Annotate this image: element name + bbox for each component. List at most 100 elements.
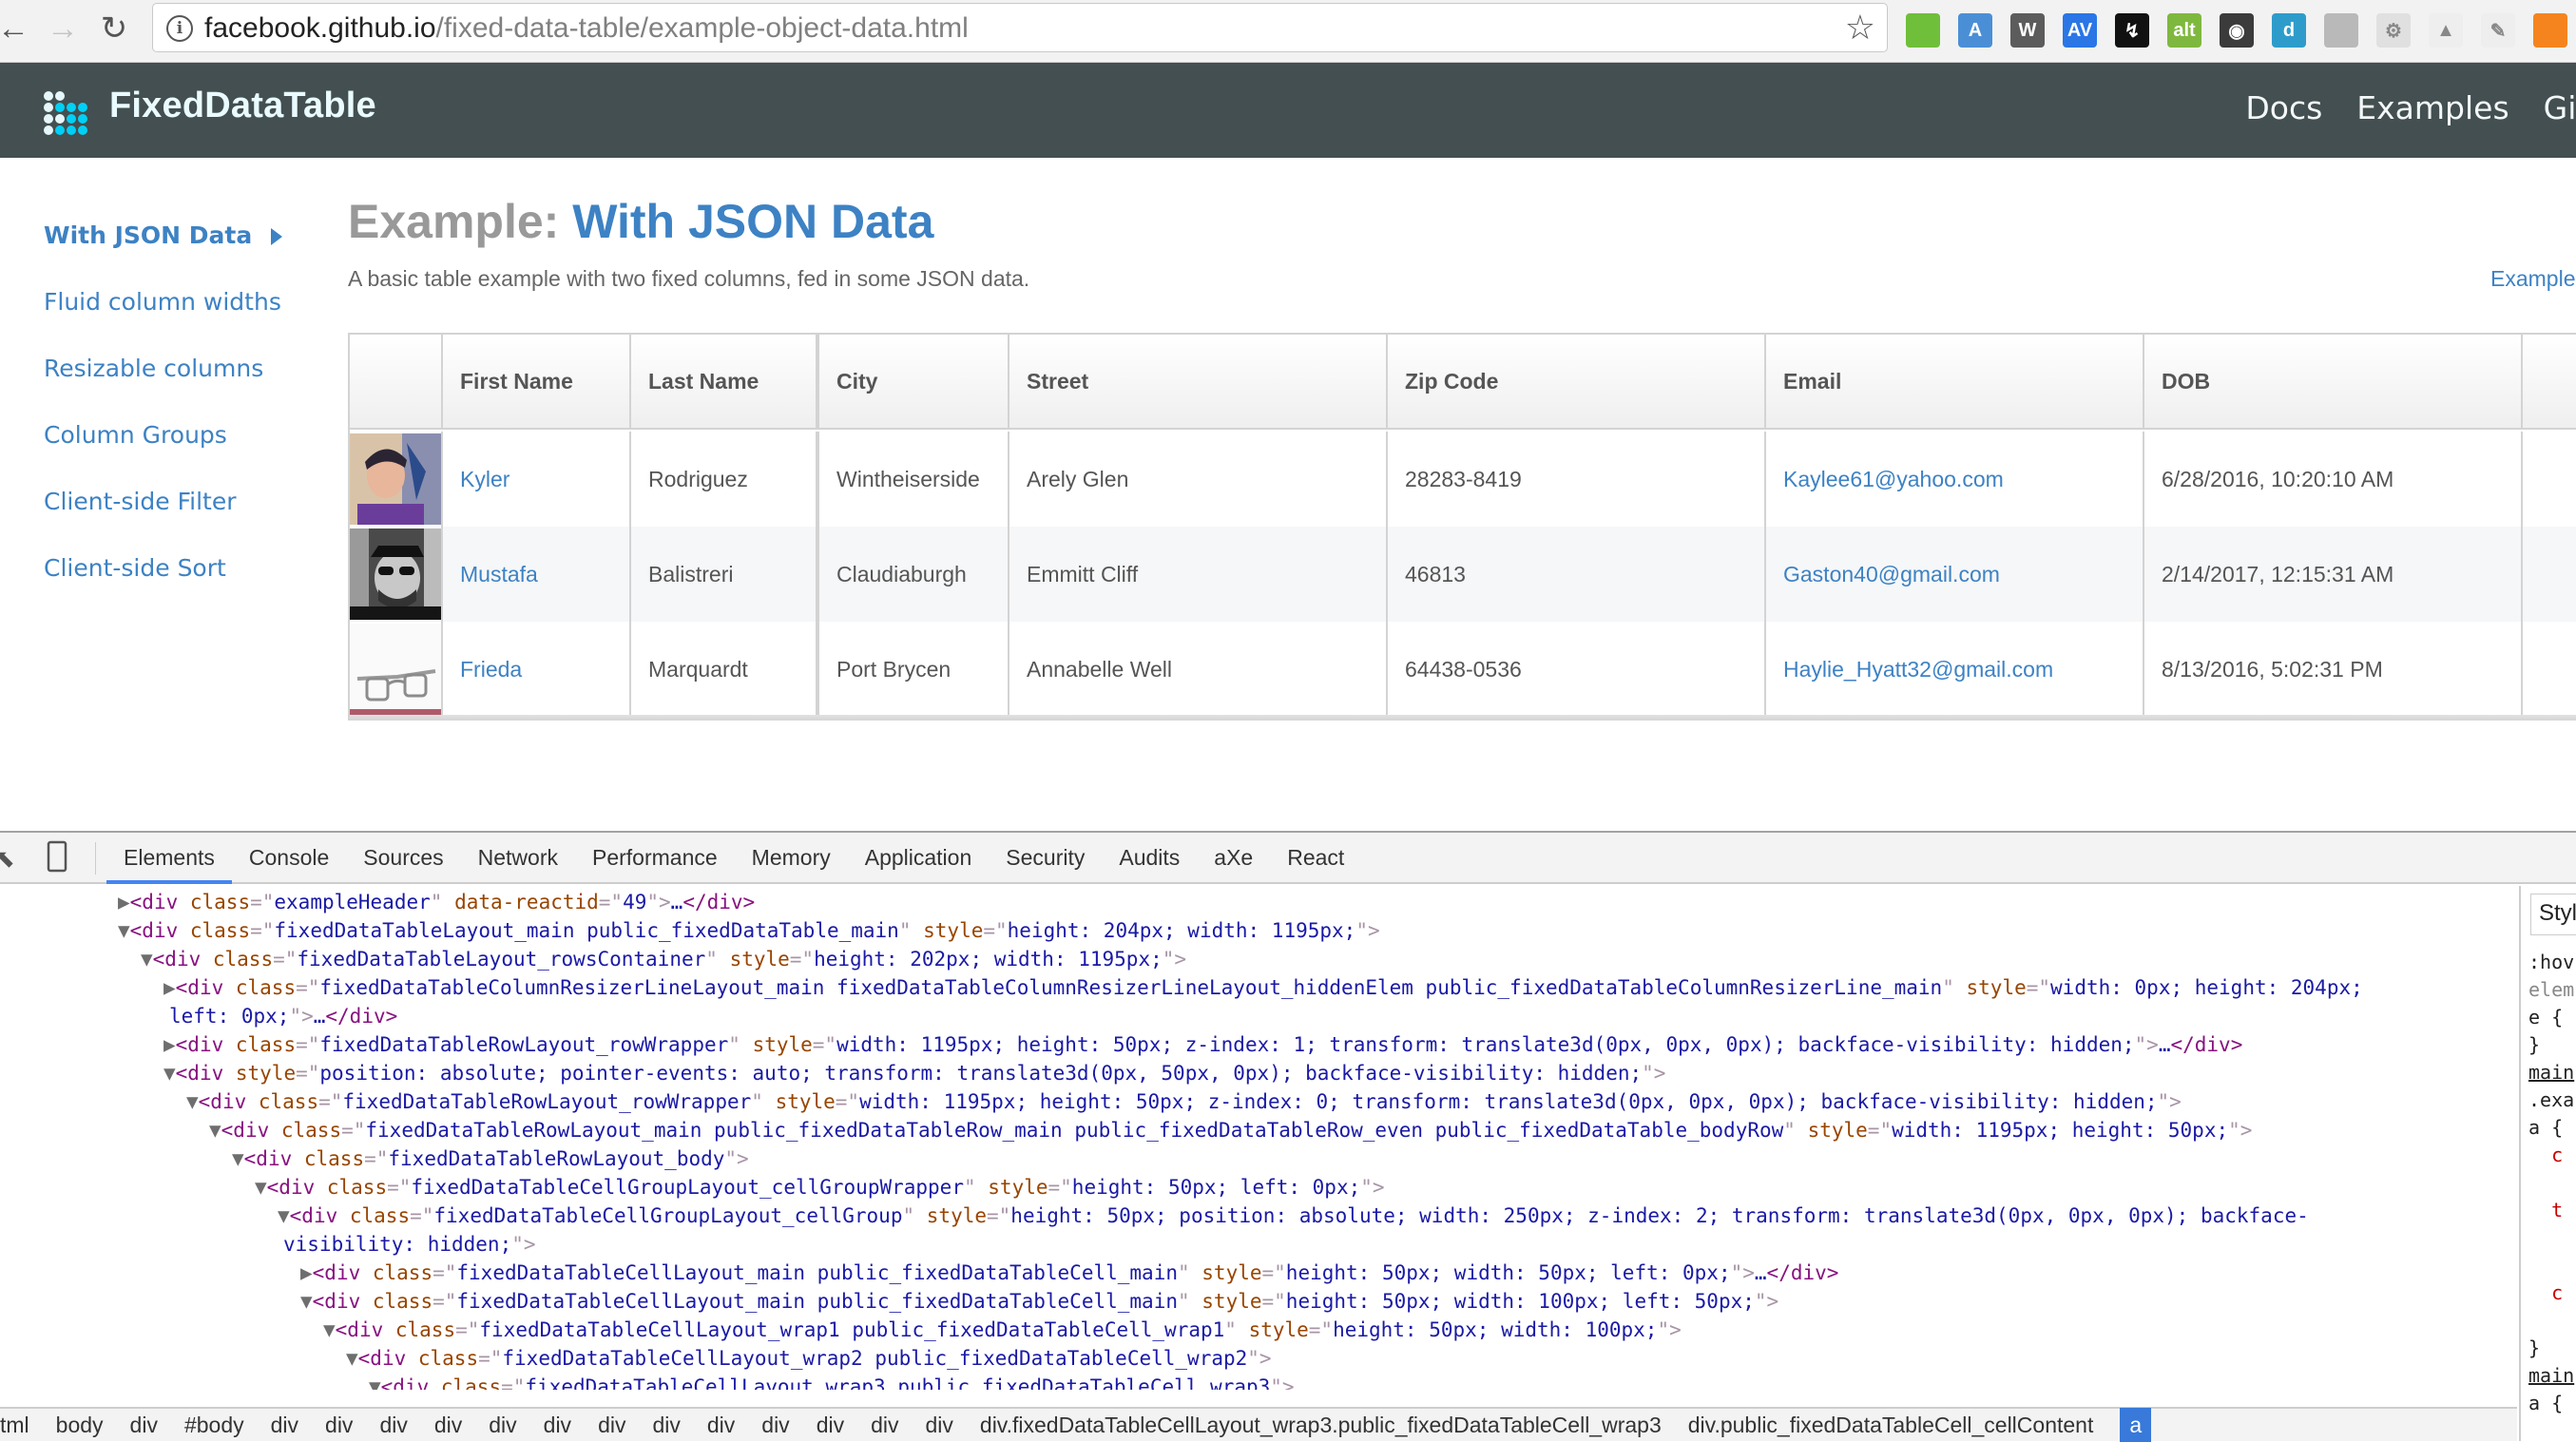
collapse-triangle-icon[interactable]: ▼ bbox=[278, 1204, 290, 1227]
devtools-tab-application[interactable]: Application bbox=[848, 833, 990, 882]
nav-github-link[interactable]: GitHub bbox=[2544, 89, 2576, 126]
elements-dom-tree[interactable]: ▶<div class="exampleHeader" data-reactid… bbox=[0, 886, 2517, 1390]
av-extension-icon[interactable]: AV bbox=[2063, 13, 2097, 48]
breadcrumb-item[interactable]: div bbox=[130, 1413, 158, 1438]
expand-triangle-icon[interactable]: ▶ bbox=[300, 1261, 313, 1284]
breadcrumb-item[interactable]: tml bbox=[0, 1413, 29, 1438]
inspect-element-icon[interactable]: ⬉ bbox=[0, 844, 15, 874]
nav-docs-link[interactable]: Docs bbox=[2245, 89, 2322, 126]
camera-lens-extension-icon[interactable]: ◉ bbox=[2220, 13, 2254, 48]
collapse-triangle-icon[interactable]: ▼ bbox=[232, 1147, 244, 1170]
keyboard-a-extension-icon[interactable]: A bbox=[1958, 13, 1992, 48]
dom-node-line[interactable]: ▼<div class="fixedDataTableCellLayout_ma… bbox=[300, 1287, 1778, 1316]
dom-node-line[interactable]: ▼<div class="fixedDataTableLayout_main p… bbox=[118, 916, 1380, 945]
collapse-triangle-icon[interactable]: ▼ bbox=[255, 1176, 267, 1199]
dom-node-line[interactable]: ▶<div class="fixedDataTableRowLayout_row… bbox=[163, 1030, 2242, 1059]
dom-node-line[interactable]: ▼<div class="fixedDataTableRowLayout_row… bbox=[186, 1087, 2182, 1116]
dom-node-line[interactable]: visibility: hidden;"> bbox=[283, 1230, 536, 1259]
collapse-triangle-icon[interactable]: ▼ bbox=[186, 1090, 199, 1113]
d-extension-icon[interactable]: d bbox=[2272, 13, 2306, 48]
breadcrumb-item[interactable]: body bbox=[56, 1413, 104, 1438]
accessibility-gear-extension-icon[interactable]: ⚙ bbox=[2376, 13, 2411, 48]
expand-triangle-icon[interactable]: ▶ bbox=[118, 891, 130, 913]
breadcrumb-item[interactable]: div bbox=[926, 1413, 953, 1438]
expand-triangle-icon[interactable]: ▶ bbox=[163, 976, 176, 999]
nav-examples-link[interactable]: Examples bbox=[2356, 89, 2509, 126]
collapse-triangle-icon[interactable]: ▼ bbox=[141, 948, 153, 971]
clamp-extension-icon[interactable] bbox=[1906, 13, 1940, 48]
sidebar-item-with-json-data[interactable]: With JSON Data bbox=[44, 217, 283, 283]
cell-email[interactable]: Gaston40@gmail.com bbox=[1766, 527, 2144, 622]
styles-tab[interactable]: Styles bbox=[2530, 894, 2576, 935]
cell-email[interactable]: Kaylee61@yahoo.com bbox=[1766, 432, 2144, 527]
dom-node-line[interactable]: ▶<div class="exampleHeader" data-reactid… bbox=[118, 888, 755, 916]
sidebar-item-column-groups[interactable]: Column Groups bbox=[44, 416, 282, 483]
collapse-triangle-icon[interactable]: ▼ bbox=[369, 1375, 381, 1390]
dom-node-line[interactable]: ▼<div class="fixedDataTableCellGroupLayo… bbox=[255, 1173, 1385, 1202]
breadcrumb-item[interactable]: div bbox=[271, 1413, 298, 1438]
breadcrumb-item[interactable]: div bbox=[817, 1413, 844, 1438]
collapse-triangle-icon[interactable]: ▼ bbox=[209, 1119, 221, 1142]
devtools-tab-network[interactable]: Network bbox=[461, 833, 575, 882]
breadcrumb-item[interactable]: div bbox=[707, 1413, 735, 1438]
breadcrumb-item[interactable]: div bbox=[379, 1413, 407, 1438]
sidebar-item-client-side-sort[interactable]: Client-side Sort bbox=[44, 549, 282, 616]
eyedropper-extension-icon[interactable]: ✎ bbox=[2481, 13, 2515, 48]
dom-node-line[interactable]: ▶<div class="fixedDataTableColumnResizer… bbox=[163, 973, 2363, 1002]
cell-email[interactable]: Haylie_Hyatt32@gmail.com bbox=[1766, 622, 2144, 717]
dom-node-line[interactable]: ▶<div class="fixedDataTableCellLayout_ma… bbox=[300, 1259, 1838, 1287]
breadcrumb-item[interactable]: div bbox=[489, 1413, 516, 1438]
dom-node-line[interactable]: ▼<div class="fixedDataTableCellLayout_wr… bbox=[346, 1344, 1272, 1373]
alt-text-extension-icon[interactable]: alt bbox=[2167, 13, 2201, 48]
devtools-tab-elements[interactable]: Elements bbox=[106, 833, 232, 884]
devtools-tab-audits[interactable]: Audits bbox=[1102, 833, 1197, 882]
collapse-triangle-icon[interactable]: ▼ bbox=[346, 1347, 358, 1370]
breadcrumb-item[interactable]: div bbox=[544, 1413, 571, 1438]
breadcrumb-item[interactable]: div.public_fixedDataTableCell_cellConten… bbox=[1688, 1413, 2094, 1438]
breadcrumb-item[interactable]: div bbox=[761, 1413, 789, 1438]
dom-node-line[interactable]: ▼<div class="fixedDataTableCellLayout_wr… bbox=[369, 1373, 1295, 1390]
dom-node-line[interactable]: ▼<div class="fixedDataTableLayout_rowsCo… bbox=[141, 945, 1186, 973]
devtools-tab-sources[interactable]: Sources bbox=[346, 833, 460, 882]
sidebar-item-resizable-columns[interactable]: Resizable columns bbox=[44, 350, 282, 416]
arrow-extension-icon[interactable]: ↯ bbox=[2115, 13, 2149, 48]
breadcrumb-item[interactable]: div bbox=[871, 1413, 898, 1438]
orange-tag-extension-icon[interactable] bbox=[2533, 13, 2567, 48]
dom-node-line[interactable]: ▼<div style="position: absolute; pointer… bbox=[163, 1059, 1665, 1087]
devtools-tab-console[interactable]: Console bbox=[232, 833, 346, 882]
site-info-icon[interactable]: i bbox=[166, 15, 193, 42]
fixeddatatable-logo-icon[interactable] bbox=[44, 91, 87, 135]
devtools-tab-security[interactable]: Security bbox=[989, 833, 1102, 882]
cell-first-name[interactable]: Mustafa bbox=[443, 527, 631, 622]
forward-button[interactable]: → bbox=[42, 8, 84, 49]
devtools-tab-react[interactable]: React bbox=[1270, 833, 1361, 882]
address-bar[interactable]: i facebook.github.io/fixed-data-table/ex… bbox=[152, 3, 1888, 52]
collapse-triangle-icon[interactable]: ▼ bbox=[300, 1290, 313, 1313]
breadcrumb-item[interactable]: div bbox=[598, 1413, 625, 1438]
dom-node-line[interactable]: ▼<div class="fixedDataTableRowLayout_mai… bbox=[209, 1116, 2252, 1144]
cell-first-name[interactable]: Kyler bbox=[443, 432, 631, 527]
cell-first-name[interactable]: Frieda bbox=[443, 622, 631, 717]
example-source-link[interactable]: Example bbox=[2490, 266, 2575, 292]
shield-extension-icon[interactable] bbox=[2324, 13, 2358, 48]
collapse-triangle-icon[interactable]: ▼ bbox=[163, 1062, 176, 1085]
breadcrumb-item[interactable]: div.fixedDataTableCellLayout_wrap3.publi… bbox=[980, 1413, 1662, 1438]
dom-node-line[interactable]: left: 0px;">…</div> bbox=[169, 1002, 397, 1030]
breadcrumb-item[interactable]: #body bbox=[184, 1413, 244, 1438]
devtools-tab-performance[interactable]: Performance bbox=[575, 833, 735, 882]
sidebar-item-client-side-filter[interactable]: Client-side Filter bbox=[44, 483, 282, 549]
dom-node-line[interactable]: ▼<div class="fixedDataTableCellGroupLayo… bbox=[278, 1202, 2309, 1230]
breadcrumb-item[interactable]: a bbox=[2120, 1408, 2152, 1442]
sidebar-item-fluid-column-widths[interactable]: Fluid column widths bbox=[44, 283, 282, 350]
breadcrumb-item[interactable]: div bbox=[652, 1413, 680, 1438]
breadcrumb-item[interactable]: div bbox=[325, 1413, 353, 1438]
axe-extension-icon[interactable]: ▲ bbox=[2429, 13, 2463, 48]
reload-button[interactable]: ↻ bbox=[93, 8, 135, 49]
dom-node-line[interactable]: ▼<div class="fixedDataTableCellLayout_wr… bbox=[323, 1316, 1682, 1344]
collapse-triangle-icon[interactable]: ▼ bbox=[118, 919, 130, 942]
bookmark-star-icon[interactable]: ☆ bbox=[1845, 8, 1875, 48]
breadcrumb-item[interactable]: div bbox=[434, 1413, 462, 1438]
brand-name[interactable]: FixedDataTable bbox=[109, 86, 376, 126]
wappalyzer-extension-icon[interactable]: W bbox=[2010, 13, 2045, 48]
dom-node-line[interactable]: ▼<div class="fixedDataTableRowLayout_bod… bbox=[232, 1144, 749, 1173]
